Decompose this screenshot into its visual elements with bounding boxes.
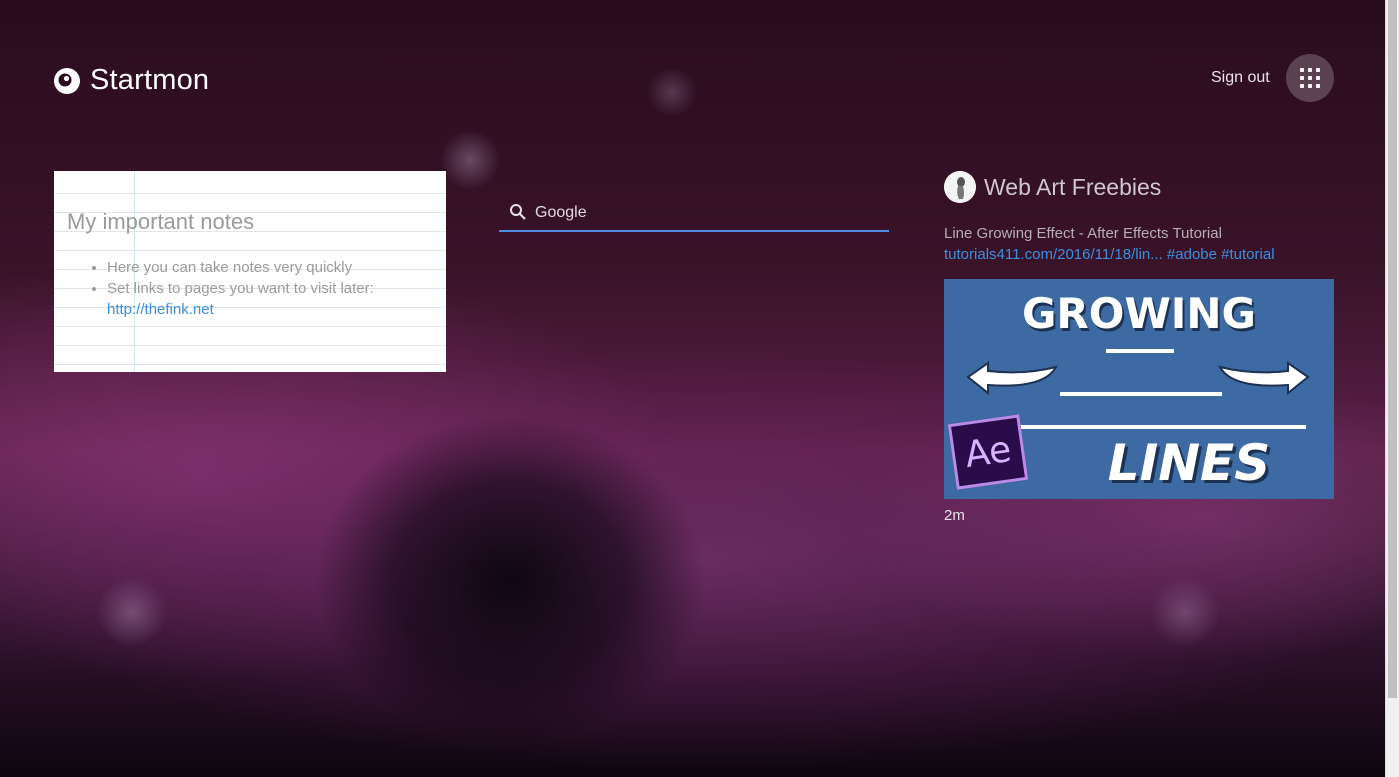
post-link[interactable]: tutorials411.com/2016/11/18/lin...	[944, 246, 1163, 263]
sign-out-link[interactable]: Sign out	[1211, 69, 1270, 87]
after-effects-icon: Ae	[947, 414, 1029, 490]
post-title[interactable]: Line Growing Effect - After Effects Tuto…	[944, 225, 1334, 242]
post-thumbnail[interactable]: GROWING Ae LINES	[944, 279, 1334, 499]
grid-icon	[1300, 68, 1320, 88]
scrollbar-thumb[interactable]	[1388, 0, 1397, 698]
eye-icon	[54, 67, 80, 94]
feed-widget: Web Art Freebies Line Growing Effect - A…	[944, 171, 1334, 524]
notes-item: Set links to pages you want to visit lat…	[107, 278, 374, 320]
thumbnail-text-bottom: LINES	[1107, 434, 1271, 492]
notes-link[interactable]: http://thefink.net	[107, 301, 214, 318]
notes-item-text: Set links to pages you want to visit lat…	[107, 280, 374, 297]
post-tag[interactable]: #tutorial	[1221, 246, 1274, 263]
scrollbar[interactable]	[1385, 0, 1399, 777]
post-links: tutorials411.com/2016/11/18/lin... #adob…	[944, 246, 1334, 263]
post-timestamp: 2m	[944, 507, 965, 524]
feed-header[interactable]: Web Art Freebies	[944, 171, 1334, 203]
app-name: Startmon	[90, 64, 210, 96]
after-effects-badge-text: Ae	[962, 428, 1014, 476]
notes-item: Here you can take notes very quickly	[107, 257, 374, 278]
feed-source-name: Web Art Freebies	[984, 173, 1162, 200]
notes-title: My important notes	[67, 209, 255, 234]
search-box[interactable]	[499, 196, 889, 232]
notes-list: Here you can take notes very quickly Set…	[67, 257, 374, 320]
apps-button[interactable]	[1286, 54, 1334, 102]
app-logo[interactable]: Startmon	[54, 64, 209, 97]
feed-avatar	[944, 171, 976, 203]
post-tag[interactable]: #adobe	[1167, 246, 1217, 263]
search-icon	[510, 204, 526, 220]
notes-widget[interactable]: My important notes Here you can take not…	[54, 171, 446, 372]
search-input[interactable]	[533, 200, 877, 226]
